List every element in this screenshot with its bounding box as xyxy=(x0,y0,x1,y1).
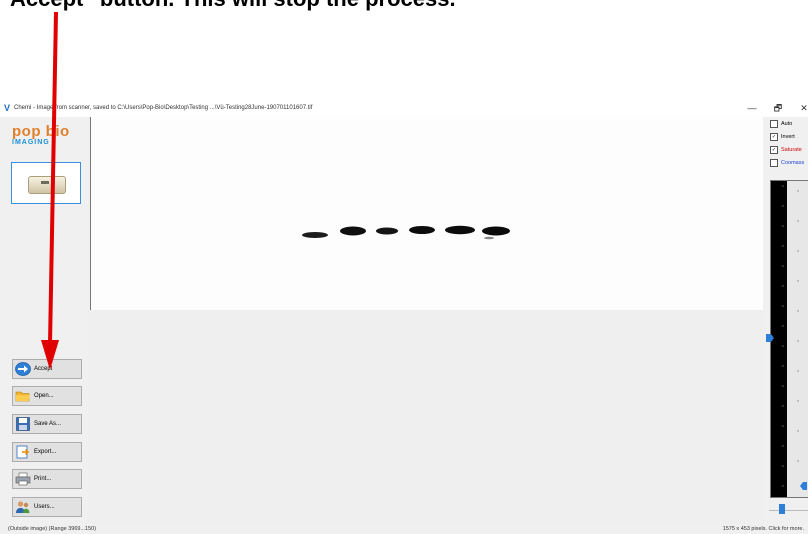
open-button[interactable]: Open... xyxy=(12,386,82,406)
zoom-slider-thumb[interactable] xyxy=(779,504,785,514)
save-as-button[interactable]: Save As... xyxy=(12,414,82,434)
status-bar: (Outside image) (Range 3969...150) 1575 … xyxy=(0,524,808,534)
display-options-panel: Auto ✓ Invert ✓ Saturate Coomass xyxy=(763,117,808,524)
histogram-min-slider-handle[interactable] xyxy=(799,481,808,491)
annotation-arrow xyxy=(41,11,59,370)
image-size-info[interactable]: 1575 x 453 pixels. Click for more. xyxy=(723,524,804,534)
print-label: Print... xyxy=(34,476,52,482)
window-titlebar: V Chemi - Image from scanner, saved to C… xyxy=(0,100,808,117)
intensity-histogram[interactable] xyxy=(770,180,808,498)
invert-option[interactable]: ✓ Invert xyxy=(770,132,795,142)
auto-checkbox[interactable] xyxy=(770,120,778,128)
saturate-option[interactable]: ✓ Saturate xyxy=(770,145,802,155)
histogram-ticks xyxy=(782,181,808,497)
users-button[interactable]: Users... xyxy=(12,497,82,517)
saturate-label: Saturate xyxy=(781,147,802,153)
save-as-label: Save As... xyxy=(34,421,62,427)
folder-icon xyxy=(15,389,31,403)
histogram-max-slider-handle[interactable] xyxy=(765,333,775,343)
arrow-right-icon xyxy=(15,362,31,376)
image-viewer[interactable] xyxy=(88,117,764,524)
coomassie-option[interactable]: Coomass xyxy=(770,158,804,168)
blot-image[interactable] xyxy=(90,117,764,310)
coomassie-checkbox[interactable] xyxy=(770,159,778,167)
print-button[interactable]: Print... xyxy=(12,469,82,489)
open-label: Open... xyxy=(34,393,54,399)
auto-option[interactable]: Auto xyxy=(770,119,792,129)
printer-icon xyxy=(15,472,31,486)
instruction-text: Accept" button. This will stop the proce… xyxy=(10,0,456,12)
western-blot-bands xyxy=(302,225,510,240)
minimize-button[interactable]: — xyxy=(741,101,763,116)
users-icon xyxy=(15,500,31,514)
zoom-slider-track[interactable] xyxy=(769,510,808,511)
export-icon xyxy=(15,445,31,459)
export-button[interactable]: Export... xyxy=(12,442,82,462)
saturate-checkbox[interactable]: ✓ xyxy=(770,146,778,154)
invert-label: Invert xyxy=(781,134,795,140)
users-label: Users... xyxy=(34,504,55,510)
close-button[interactable]: ✕ xyxy=(793,101,808,116)
floppy-disk-icon xyxy=(15,417,31,431)
invert-checkbox[interactable]: ✓ xyxy=(770,133,778,141)
auto-label: Auto xyxy=(781,121,793,127)
app-icon: V xyxy=(4,103,11,113)
coomassie-label: Coomass xyxy=(781,160,805,166)
status-left: (Outside image) (Range 3969...150) xyxy=(8,526,97,532)
export-label: Export... xyxy=(34,449,57,455)
restore-button[interactable]: 🗗 xyxy=(767,101,789,116)
